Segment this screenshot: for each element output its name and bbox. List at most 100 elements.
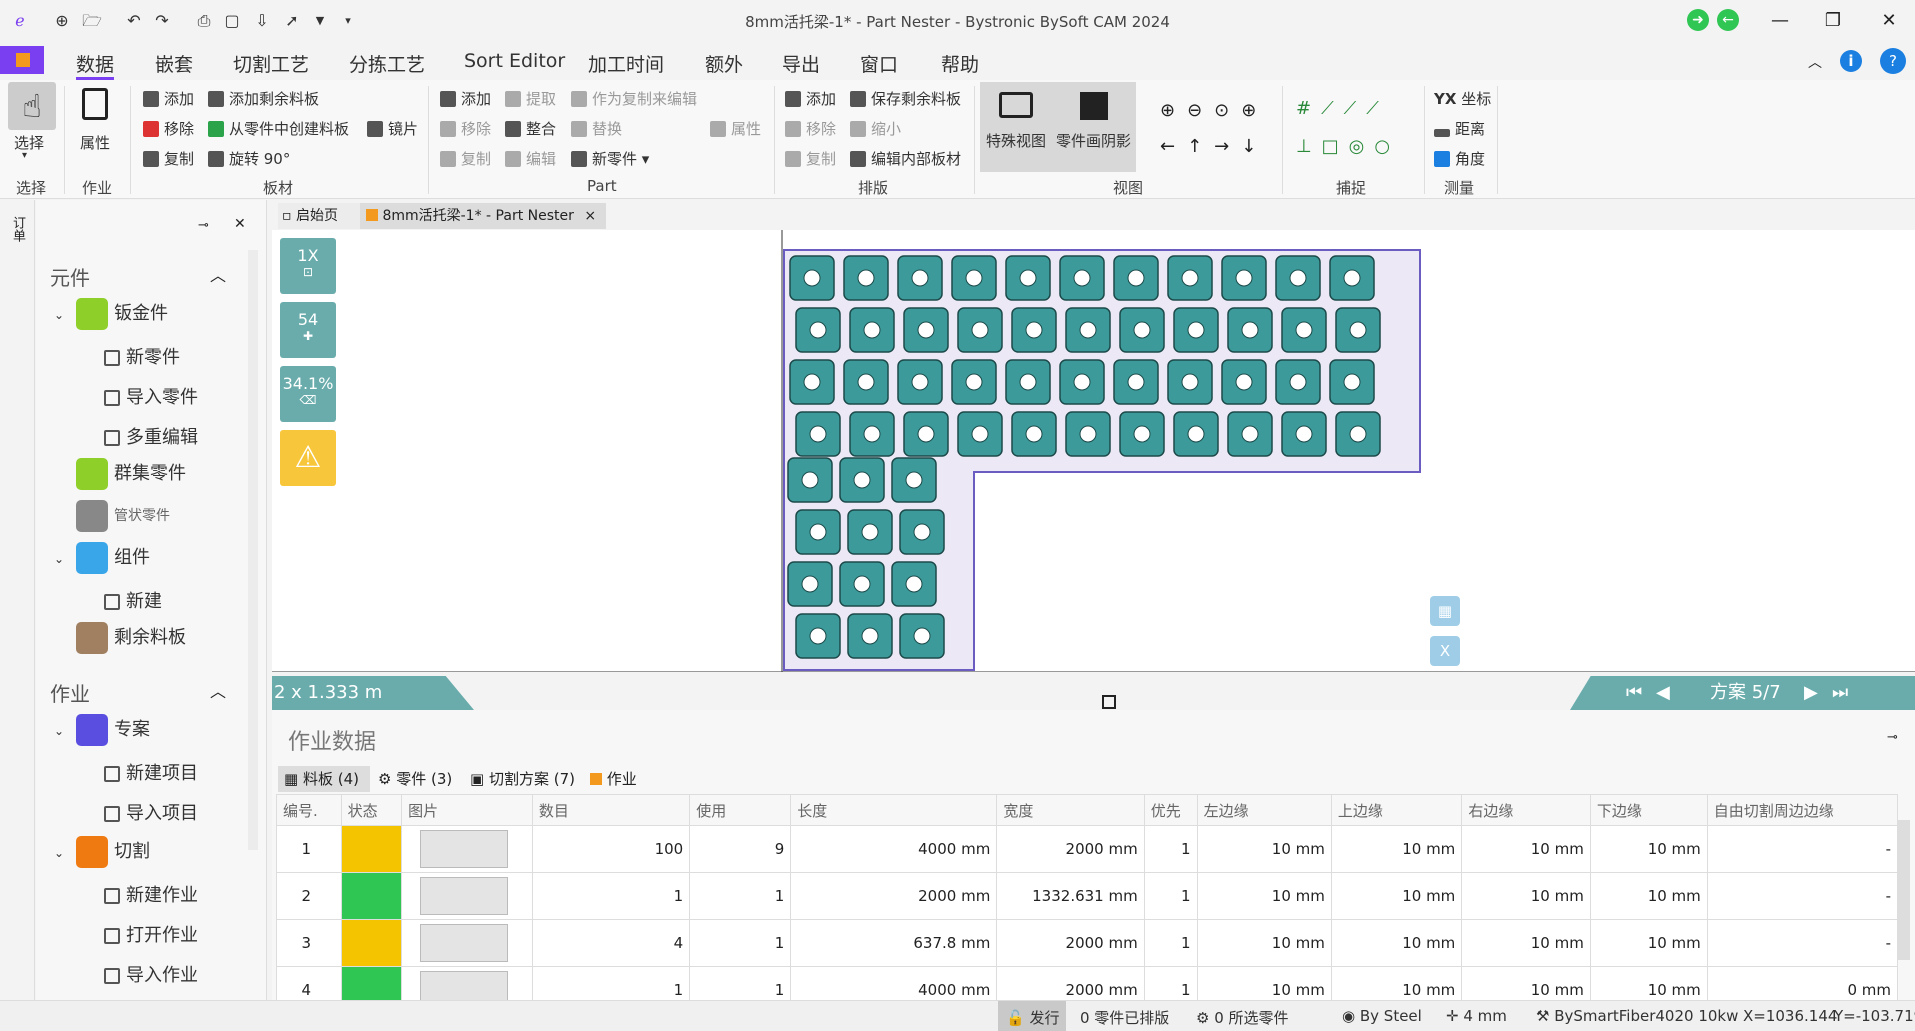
column-header[interactable]: 数目 [531,794,691,826]
shadow-button[interactable]: 零件画阴影 [1052,82,1136,172]
pan-arrow-icons[interactable]: ←↑→↓ [1160,136,1268,157]
nest-copy-button[interactable]: 复制 [785,148,836,169]
close-button[interactable]: ✕ [1874,8,1904,34]
collapse-icon[interactable]: ︿ [210,262,226,286]
import-project-item[interactable]: 导入项目 [104,799,198,825]
new-build-item[interactable]: 新建 [104,587,162,613]
mirror-button[interactable]: 镜片 [367,118,418,139]
new-project-item[interactable]: 新建项目 [104,759,198,785]
forward-icon[interactable]: ➜ [1687,9,1709,31]
tree-assembly[interactable]: ⌄ 组件 [54,542,150,574]
shrink-button[interactable]: 缩小 [850,118,901,139]
next-plan-icon[interactable]: ▶ [1804,676,1818,710]
special-view-button[interactable]: 特殊视图 [980,82,1052,172]
properties-button[interactable]: 属性 [80,132,110,153]
prev-plan-icon[interactable]: ◀ [1656,676,1670,710]
menu-extra[interactable]: 额外 [705,50,743,77]
column-header[interactable]: 宽度 [996,794,1145,826]
section-jobs[interactable]: 作业 [50,678,90,707]
menu-data[interactable]: 数据 [76,50,115,80]
sheet-copy-button[interactable]: 复制 [143,148,194,169]
merge-button[interactable]: 整合 [505,118,556,139]
nest-remove-button[interactable]: 移除 [785,118,836,139]
angle-button[interactable]: 角度 [1434,148,1485,169]
restore-button[interactable]: ❐ [1818,8,1848,34]
part-add-button[interactable]: 添加 [440,88,491,109]
order-tab[interactable]: 订单 [8,216,27,242]
menu-help[interactable]: 帮助 [941,50,979,77]
column-header[interactable]: 状态 [340,794,403,826]
edit-as-copy-button[interactable]: 作为复制来编辑 [571,88,697,109]
column-header[interactable]: 图片 [401,794,533,826]
snap-grid-icons[interactable]: #⟋⟋⟋ [1296,98,1389,119]
sheet-remove-button[interactable]: 移除 [143,118,194,139]
table-row[interactable]: 2 1 1 2000 mm 1332.631 mm 1 10 mm 10 mm 10 mm 10 … [276,872,1899,920]
pin-icon[interactable]: ⊸ [198,218,209,233]
nest-canvas[interactable]: 1X ⊡ 54 ✚ 34.1% ⌫ ⚠ 2 x 1.333 m ⏮ ◀ 方案 5/7 … [272,230,1915,710]
nest-add-button[interactable]: 添加 [785,88,836,109]
import-part-item[interactable]: 导入零件 [104,383,198,409]
replace-button[interactable]: 替换 [571,118,622,139]
pin-icon[interactable]: ⊸ [1887,730,1898,745]
minimize-button[interactable]: — [1765,8,1795,34]
chevron-down-icon[interactable]: ▾ [22,150,27,161]
back-icon[interactable]: ← [1717,9,1739,31]
tab-cut-plans[interactable]: ▣ 切割方案 (7) [464,766,590,792]
clear-button[interactable]: X [1430,636,1460,666]
table-row[interactable]: 1 100 9 4000 mm 2000 mm 1 10 mm 10 mm 10 mm 10 mm… [276,825,1899,873]
tab-parts[interactable]: ⚙ 零件 (3) [372,766,464,792]
edit-inner-button[interactable]: 编辑内部板材 [850,148,961,169]
column-header[interactable]: 上边缘 [1330,794,1463,826]
last-plan-icon[interactable]: ⏭ [1832,676,1848,710]
column-header[interactable]: 优先 [1143,794,1198,826]
distance-button[interactable]: 距离 [1434,118,1485,139]
column-header[interactable]: 下边缘 [1589,794,1708,826]
new-part-item[interactable]: 新零件 [104,343,180,369]
from-part-button[interactable]: 从零件中创建料板 [208,118,349,139]
open-job-item[interactable]: 打开作业 [104,921,198,947]
collapse-ribbon-icon[interactable]: ︿ [1808,52,1822,72]
layout-icon[interactable]: ▦ [1430,596,1460,626]
tab-job[interactable]: 作业 [584,766,650,792]
import-job-item[interactable]: 导入作业 [104,961,198,987]
column-header[interactable]: 长度 [790,794,998,826]
table-scrollbar[interactable] [1898,820,1910,960]
zoom-icons[interactable]: ⊕⊖⊙⊕ [1160,100,1268,121]
tree-sheetmetal[interactable]: ⌄ 钣金件 [54,298,168,330]
close-icon[interactable]: ✕ [234,216,246,232]
add-remnant-button[interactable]: 添加剩余料板 [208,88,319,109]
menu-nest[interactable]: 嵌套 [155,50,193,77]
select-button[interactable]: 选择 [14,132,44,153]
column-header[interactable]: 编号. [276,794,342,826]
hand-pointer-icon[interactable]: ☝ [8,82,56,130]
column-header[interactable]: 自由切割周边边缘 [1706,794,1899,826]
table-row[interactable]: 3 4 1 637.8 mm 2000 mm 1 10 mm 10 mm 10 mm 10 mm - [276,919,1899,967]
sheet-add-button[interactable]: 添加 [143,88,194,109]
snap-shape-icons[interactable]: ⊥□◎○ [1296,136,1400,157]
menu-sort-process[interactable]: 分拣工艺 [349,50,425,77]
column-header[interactable]: 左边缘 [1196,794,1332,826]
coord-button[interactable]: YX 坐标 [1434,88,1491,109]
part-remove-button[interactable]: 移除 [440,118,491,139]
extract-button[interactable]: 提取 [505,88,556,109]
save-remnant-button[interactable]: 保存剩余料板 [850,88,961,109]
rotate-button[interactable]: 旋转 90° [208,148,290,169]
tree-project[interactable]: ⌄ 专案 [54,714,150,746]
tab-sheets[interactable]: ▦ 料板 (4) [278,766,370,792]
tree-cut[interactable]: ⌄ 切割 [54,836,150,868]
file-menu-button[interactable] [0,46,44,74]
tube-item[interactable]: 管状零件 [76,500,170,532]
column-header[interactable]: 右边缘 [1461,794,1591,826]
info-icon[interactable]: i [1840,50,1862,72]
section-elements[interactable]: 元件 [50,262,90,291]
remnant-item[interactable]: 剩余料板 [76,622,186,654]
new-job-item[interactable]: 新建作业 [104,881,198,907]
part-edit-button[interactable]: 编辑 [505,148,556,169]
help-icon[interactable]: ? [1880,48,1906,74]
tab-start[interactable]: ▫ 启始页 [278,203,360,229]
menu-process-time[interactable]: 加工时间 [588,50,664,77]
menu-sort-editor[interactable]: Sort Editor [464,50,565,72]
new-part-button[interactable]: 新零件 ▾ [571,148,649,169]
first-plan-icon[interactable]: ⏮ [1626,676,1642,710]
cluster-item[interactable]: 群集零件 [76,458,186,490]
